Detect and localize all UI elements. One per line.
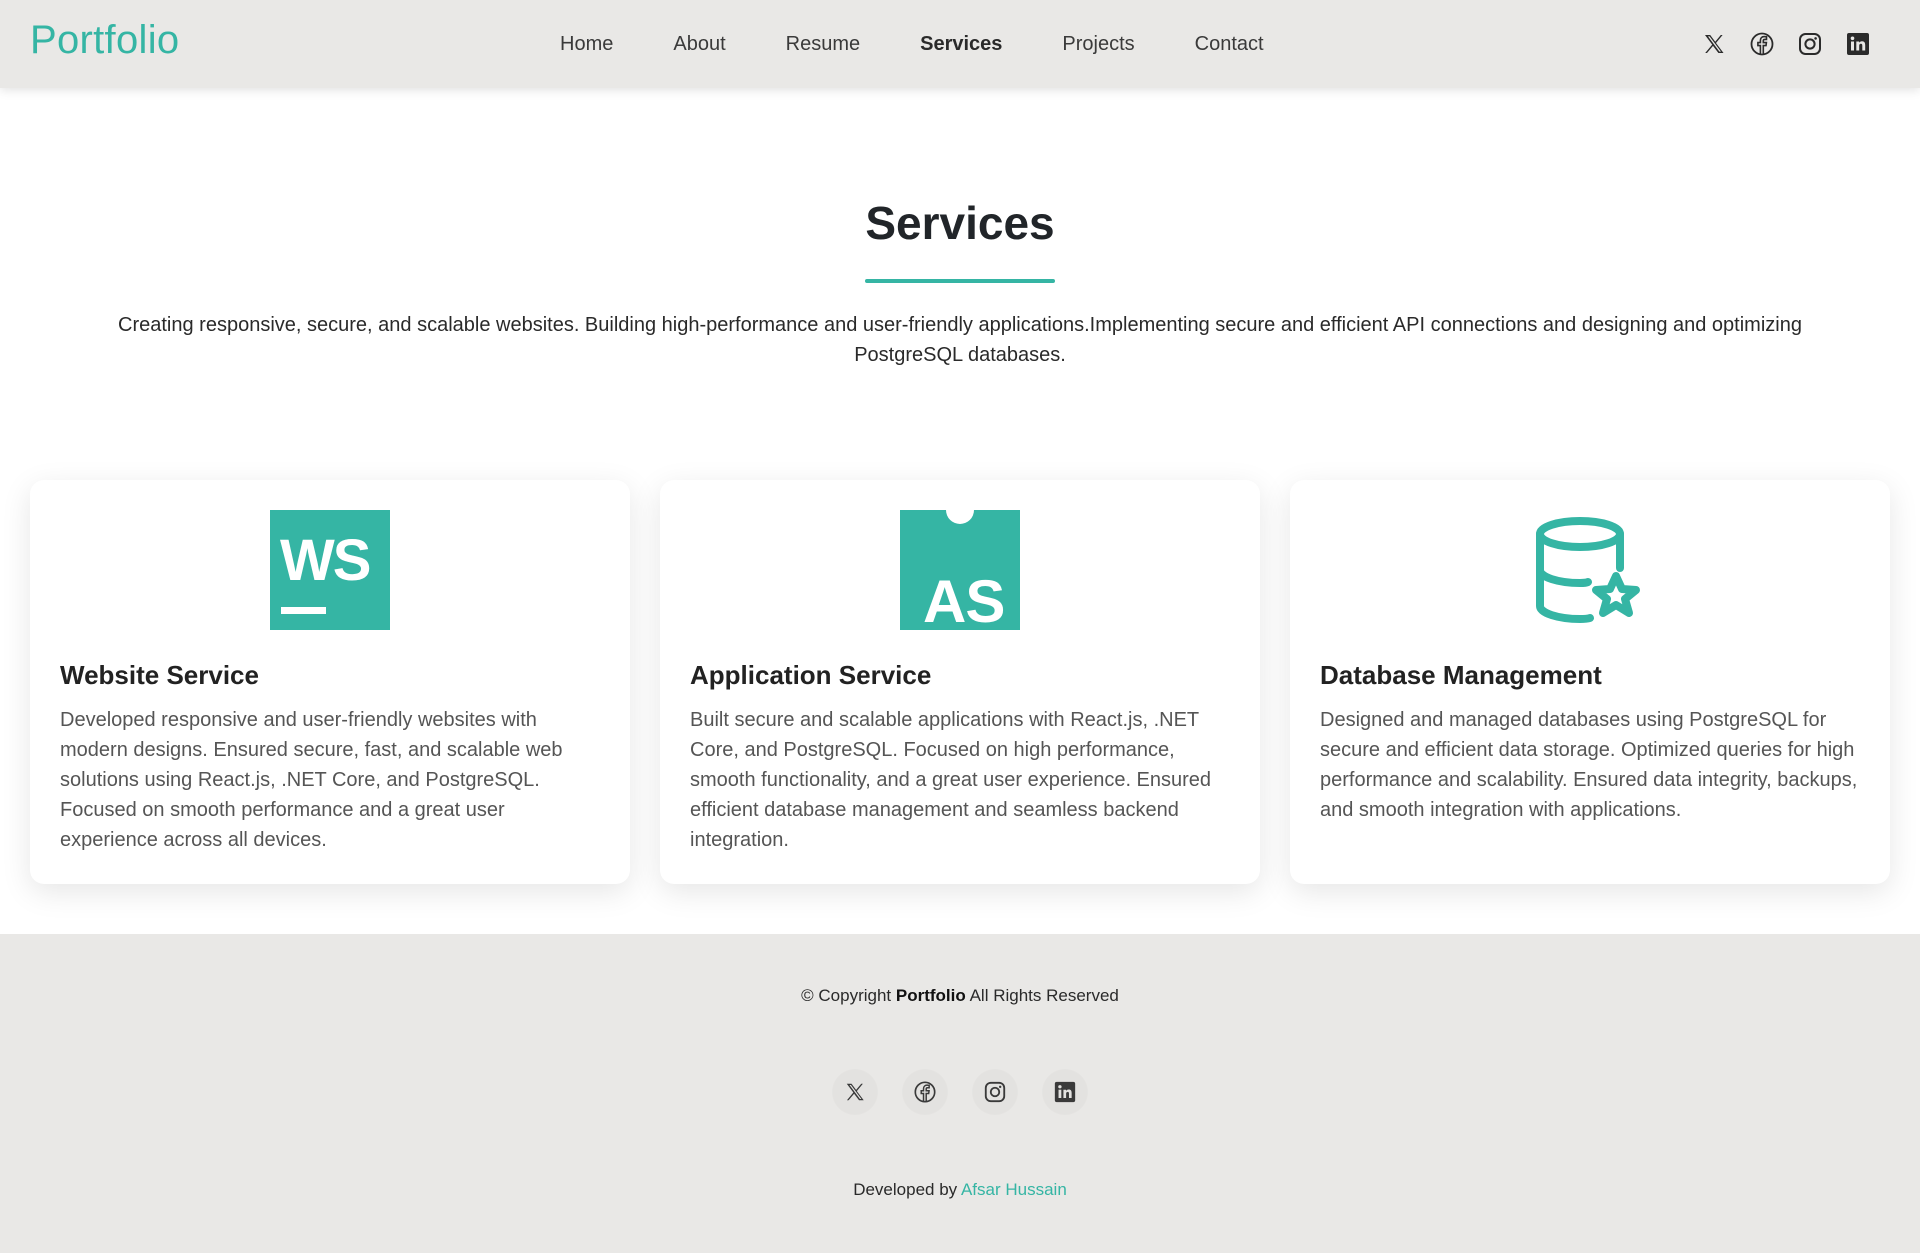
site-footer: © Copyright Portfolio All Rights Reserve…	[0, 934, 1920, 1253]
site-header: Portfolio Home About Resume Services Pro…	[0, 0, 1920, 88]
card-text-database: Designed and managed databases using Pos…	[1320, 709, 1858, 821]
title-underline	[865, 279, 1055, 283]
footer-x-link[interactable]	[833, 1070, 877, 1114]
instagram-icon	[1797, 31, 1823, 57]
nav-home[interactable]: Home	[560, 33, 613, 56]
copyright-brand: Portfolio	[895, 986, 966, 1005]
services-cards: WS Website Service Developed responsive …	[30, 480, 1890, 884]
card-text-website: Developed responsive and user-friendly w…	[60, 709, 563, 851]
developed-prefix: Developed by	[853, 1180, 958, 1199]
nav-about[interactable]: About	[673, 33, 725, 56]
facebook-icon	[913, 1080, 937, 1104]
main-nav: Home About Resume Services Projects Cont…	[560, 0, 1324, 88]
copyright-suffix: All Rights Reserved	[969, 986, 1119, 1005]
developed-by: Developed by Afsar Hussain	[0, 1180, 1920, 1200]
logo-link[interactable]: Portfolio	[30, 18, 179, 63]
card-title-database: Database Management	[1320, 660, 1602, 690]
developer-link[interactable]: Afsar Hussain	[961, 1180, 1067, 1199]
instagram-icon	[983, 1080, 1007, 1104]
x-icon	[1702, 32, 1726, 56]
linkedin-icon	[1053, 1080, 1077, 1104]
service-card-website: WS Website Service Developed responsive …	[30, 480, 630, 884]
header-linkedin-link[interactable]	[1844, 30, 1872, 58]
card-text-application: Built secure and scalable applications w…	[690, 709, 1212, 851]
footer-facebook-link[interactable]	[903, 1070, 947, 1114]
header-x-link[interactable]	[1700, 30, 1728, 58]
copyright-prefix: © Copyright	[801, 986, 892, 1005]
header-facebook-link[interactable]	[1748, 30, 1776, 58]
footer-linkedin-link[interactable]	[1043, 1070, 1087, 1114]
facebook-icon	[1749, 31, 1775, 57]
section-description: Creating responsive, secure, and scalabl…	[118, 314, 1802, 366]
database-star-icon	[1530, 510, 1650, 630]
footer-social-links	[0, 1070, 1920, 1114]
service-card-application: AS Application Service Built secure and …	[660, 480, 1260, 884]
nav-resume[interactable]: Resume	[786, 33, 860, 56]
card-title-website: Website Service	[60, 660, 259, 690]
header-social-links	[1680, 0, 1872, 88]
nav-contact[interactable]: Contact	[1195, 33, 1264, 56]
appcode-icon: AS	[900, 510, 1020, 630]
linkedin-icon	[1845, 31, 1871, 57]
section-title: Services	[865, 197, 1055, 249]
service-card-database: Database Management Designed and managed…	[1290, 480, 1890, 884]
footer-instagram-link[interactable]	[973, 1070, 1017, 1114]
nav-projects[interactable]: Projects	[1062, 33, 1134, 56]
appcode-icon-letters: AS	[923, 568, 1004, 630]
nav-services[interactable]: Services	[920, 33, 1002, 56]
header-instagram-link[interactable]	[1796, 30, 1824, 58]
x-icon	[844, 1081, 866, 1103]
copyright-text: © Copyright Portfolio All Rights Reserve…	[0, 986, 1920, 1006]
card-title-application: Application Service	[690, 660, 932, 690]
webstorm-icon-letters: WS	[280, 528, 370, 593]
webstorm-icon: WS	[270, 510, 390, 630]
